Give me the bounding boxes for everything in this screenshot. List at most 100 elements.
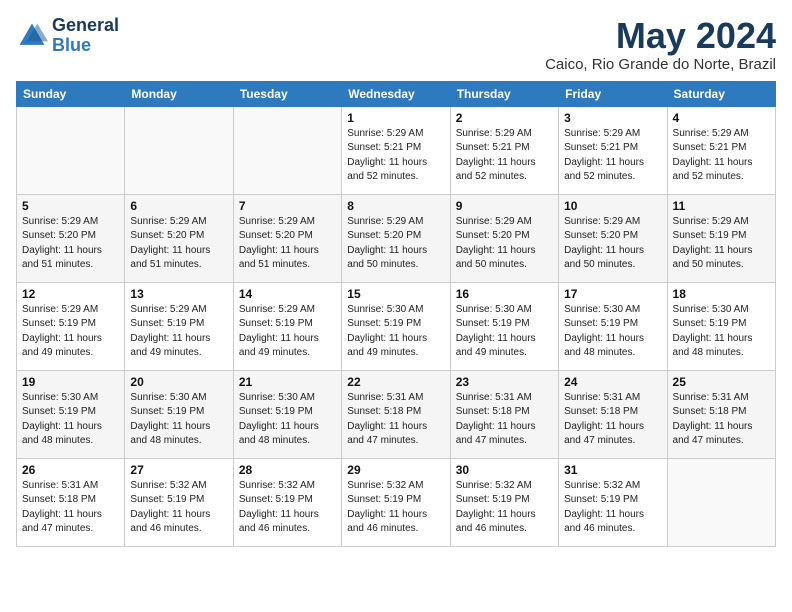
- calendar-cell: 17Sunrise: 5:30 AM Sunset: 5:19 PM Dayli…: [559, 282, 667, 370]
- day-number: 17: [564, 287, 661, 301]
- calendar-cell: 19 Sunrise: 5:30 AM Sunset: 5:19 PM Dayli…: [17, 370, 125, 458]
- day-number: 2: [456, 111, 553, 125]
- calendar-cell: [125, 106, 233, 194]
- calendar-cell: 18 Sunrise: 5:30 AM Sunset: 5:19 PM Dayli…: [667, 282, 775, 370]
- day-number: 1: [347, 111, 444, 125]
- day-number: 6: [130, 199, 227, 213]
- calendar-cell: 15 Sunrise: 5:30 AM Sunset: 5:19 PM Dayli…: [342, 282, 450, 370]
- day-number: 28: [239, 463, 336, 477]
- day-number: 16: [456, 287, 553, 301]
- day-number: 24: [564, 375, 661, 389]
- calendar-cell: 13Sunrise: 5:29 AM Sunset: 5:19 PM Dayli…: [125, 282, 233, 370]
- calendar-cell: 23 Sunrise: 5:31 AM Sunset: 5:18 PM Dayli…: [450, 370, 558, 458]
- day-info: Sunrise: 5:29 AM Sunset: 5:21 PM Dayligh…: [456, 127, 553, 185]
- weekday-header-friday: Friday: [559, 81, 667, 106]
- day-number: 31: [564, 463, 661, 477]
- calendar-cell: 10 Sunrise: 5:29 AM Sunset: 5:20 PM Dayli…: [559, 194, 667, 282]
- calendar-week-2: 5 Sunrise: 5:29 AM Sunset: 5:20 PM Daylig…: [17, 194, 776, 282]
- calendar-cell: 24 Sunrise: 5:31 AM Sunset: 5:18 PM Dayli…: [559, 370, 667, 458]
- page-header: General Blue May 2024 Caico, Rio Grande …: [16, 16, 776, 73]
- calendar-cell: 1 Sunrise: 5:29 AM Sunset: 5:21 PM Daylig…: [342, 106, 450, 194]
- calendar-cell: 11 Sunrise: 5:29 AM Sunset: 5:19 PM Dayli…: [667, 194, 775, 282]
- day-number: 18: [673, 287, 770, 301]
- day-info: Sunrise: 5:29 AM Sunset: 5:19 PM Dayligh…: [22, 303, 119, 361]
- day-info: Sunrise: 5:30 AM Sunset: 5:19 PM Dayligh…: [456, 303, 553, 361]
- day-number: 3: [564, 111, 661, 125]
- day-info: Sunrise: 5:29 AM Sunset: 5:21 PM Dayligh…: [347, 127, 444, 185]
- day-info: Sunrise: 5:29 AM Sunset: 5:20 PM Dayligh…: [239, 215, 336, 273]
- day-number: 30: [456, 463, 553, 477]
- day-number: 15: [347, 287, 444, 301]
- day-info: Sunrise: 5:31 AM Sunset: 5:18 PM Dayligh…: [564, 391, 661, 449]
- day-number: 7: [239, 199, 336, 213]
- day-info: Sunrise: 5:32 AM Sunset: 5:19 PM Dayligh…: [130, 479, 227, 537]
- calendar-cell: 4Sunrise: 5:29 AM Sunset: 5:21 PM Daylig…: [667, 106, 775, 194]
- logo-blue: Blue: [52, 35, 91, 55]
- title-block: May 2024 Caico, Rio Grande do Norte, Bra…: [545, 16, 776, 73]
- calendar-week-1: 1 Sunrise: 5:29 AM Sunset: 5:21 PM Daylig…: [17, 106, 776, 194]
- calendar-cell: 22Sunrise: 5:31 AM Sunset: 5:18 PM Dayli…: [342, 370, 450, 458]
- day-info: Sunrise: 5:30 AM Sunset: 5:19 PM Dayligh…: [239, 391, 336, 449]
- weekday-header-thursday: Thursday: [450, 81, 558, 106]
- day-info: Sunrise: 5:31 AM Sunset: 5:18 PM Dayligh…: [22, 479, 119, 537]
- day-number: 22: [347, 375, 444, 389]
- day-number: 5: [22, 199, 119, 213]
- day-info: Sunrise: 5:29 AM Sunset: 5:19 PM Dayligh…: [239, 303, 336, 361]
- calendar-cell: 29Sunrise: 5:32 AM Sunset: 5:19 PM Dayli…: [342, 458, 450, 546]
- day-info: Sunrise: 5:29 AM Sunset: 5:19 PM Dayligh…: [130, 303, 227, 361]
- calendar-cell: 21 Sunrise: 5:30 AM Sunset: 5:19 PM Dayli…: [233, 370, 341, 458]
- weekday-header-wednesday: Wednesday: [342, 81, 450, 106]
- calendar-cell: 20Sunrise: 5:30 AM Sunset: 5:19 PM Dayli…: [125, 370, 233, 458]
- weekday-header-tuesday: Tuesday: [233, 81, 341, 106]
- day-number: 25: [673, 375, 770, 389]
- day-number: 21: [239, 375, 336, 389]
- day-info: Sunrise: 5:30 AM Sunset: 5:19 PM Dayligh…: [347, 303, 444, 361]
- calendar-cell: 26Sunrise: 5:31 AM Sunset: 5:18 PM Dayli…: [17, 458, 125, 546]
- day-number: 12: [22, 287, 119, 301]
- day-info: Sunrise: 5:30 AM Sunset: 5:19 PM Dayligh…: [22, 391, 119, 449]
- day-number: 10: [564, 199, 661, 213]
- calendar-table: SundayMondayTuesdayWednesdayThursdayFrid…: [16, 81, 776, 547]
- day-number: 23: [456, 375, 553, 389]
- calendar-cell: 2 Sunrise: 5:29 AM Sunset: 5:21 PM Daylig…: [450, 106, 558, 194]
- day-info: Sunrise: 5:32 AM Sunset: 5:19 PM Dayligh…: [347, 479, 444, 537]
- calendar-cell: 7 Sunrise: 5:29 AM Sunset: 5:20 PM Daylig…: [233, 194, 341, 282]
- calendar-cell: 14Sunrise: 5:29 AM Sunset: 5:19 PM Dayli…: [233, 282, 341, 370]
- calendar-cell: 25Sunrise: 5:31 AM Sunset: 5:18 PM Dayli…: [667, 370, 775, 458]
- weekday-header-row: SundayMondayTuesdayWednesdayThursdayFrid…: [17, 81, 776, 106]
- day-info: Sunrise: 5:29 AM Sunset: 5:20 PM Dayligh…: [130, 215, 227, 273]
- day-info: Sunrise: 5:32 AM Sunset: 5:19 PM Dayligh…: [456, 479, 553, 537]
- logo: General Blue: [16, 16, 119, 56]
- calendar-cell: 5Sunrise: 5:29 AM Sunset: 5:20 PM Daylig…: [17, 194, 125, 282]
- month-year-title: May 2024: [545, 16, 776, 56]
- day-info: Sunrise: 5:32 AM Sunset: 5:19 PM Dayligh…: [239, 479, 336, 537]
- day-info: Sunrise: 5:29 AM Sunset: 5:20 PM Dayligh…: [347, 215, 444, 273]
- calendar-cell: 9Sunrise: 5:29 AM Sunset: 5:20 PM Daylig…: [450, 194, 558, 282]
- day-number: 27: [130, 463, 227, 477]
- weekday-header-monday: Monday: [125, 81, 233, 106]
- calendar-cell: [233, 106, 341, 194]
- day-number: 11: [673, 199, 770, 213]
- calendar-cell: [17, 106, 125, 194]
- calendar-cell: 30 Sunrise: 5:32 AM Sunset: 5:19 PM Dayli…: [450, 458, 558, 546]
- calendar-cell: 6 Sunrise: 5:29 AM Sunset: 5:20 PM Daylig…: [125, 194, 233, 282]
- logo-icon: [16, 20, 48, 52]
- day-number: 20: [130, 375, 227, 389]
- calendar-cell: 3Sunrise: 5:29 AM Sunset: 5:21 PM Daylig…: [559, 106, 667, 194]
- day-number: 19: [22, 375, 119, 389]
- weekday-header-saturday: Saturday: [667, 81, 775, 106]
- logo-general: General: [52, 15, 119, 35]
- calendar-cell: 27 Sunrise: 5:32 AM Sunset: 5:19 PM Dayli…: [125, 458, 233, 546]
- day-info: Sunrise: 5:29 AM Sunset: 5:20 PM Dayligh…: [456, 215, 553, 273]
- location-subtitle: Caico, Rio Grande do Norte, Brazil: [545, 56, 776, 73]
- calendar-week-3: 12 Sunrise: 5:29 AM Sunset: 5:19 PM Dayli…: [17, 282, 776, 370]
- calendar-cell: 31 Sunrise: 5:32 AM Sunset: 5:19 PM Dayli…: [559, 458, 667, 546]
- day-info: Sunrise: 5:32 AM Sunset: 5:19 PM Dayligh…: [564, 479, 661, 537]
- day-number: 4: [673, 111, 770, 125]
- day-info: Sunrise: 5:29 AM Sunset: 5:19 PM Dayligh…: [673, 215, 770, 273]
- weekday-header-sunday: Sunday: [17, 81, 125, 106]
- day-info: Sunrise: 5:29 AM Sunset: 5:20 PM Dayligh…: [564, 215, 661, 273]
- day-info: Sunrise: 5:31 AM Sunset: 5:18 PM Dayligh…: [456, 391, 553, 449]
- calendar-cell: 8Sunrise: 5:29 AM Sunset: 5:20 PM Daylig…: [342, 194, 450, 282]
- day-info: Sunrise: 5:30 AM Sunset: 5:19 PM Dayligh…: [673, 303, 770, 361]
